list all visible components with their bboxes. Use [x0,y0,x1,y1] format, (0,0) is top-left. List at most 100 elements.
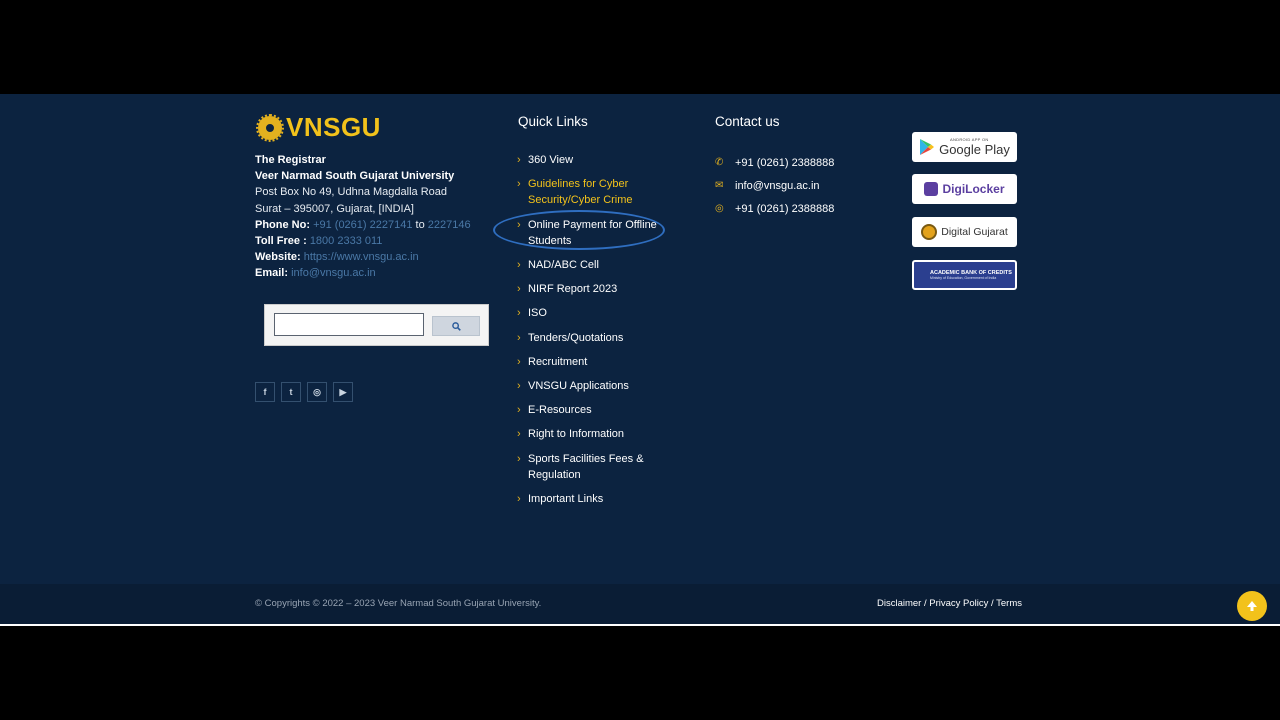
phone-to: to [415,218,425,231]
chevron-right-icon: › [517,154,521,166]
chevron-right-icon: › [517,178,521,191]
toll-free-row: Toll Free : 1800 2333 011 [255,233,471,249]
quick-link-label: ISO [528,307,547,320]
copyright-bar [0,584,1280,626]
quick-link-applications[interactable]: › VNSGU Applications [517,378,667,394]
facebook-icon[interactable]: f [255,382,275,402]
quick-link-360-view[interactable]: › 360 View [517,152,667,168]
quick-link-label: Tenders/Quotations [528,331,624,344]
website-label: Website: [255,251,301,264]
quick-link-label: Important Links [528,493,604,506]
contact-whatsapp[interactable]: ◎ +91 (0261) 2388888 [715,197,834,220]
academic-bank-of-credits-badge[interactable]: ACADEMIC BANK OF CREDITS Ministry of Edu… [912,260,1017,290]
email-link[interactable]: info@vnsgu.ac.in [291,267,376,279]
chevron-right-icon: › [517,307,521,320]
google-play-badge[interactable]: ANDROID APP ON Google Play [912,132,1017,162]
contact-phone-text: +91 (0261) 2388888 [735,156,835,169]
quick-link-label: NIRF Report 2023 [528,283,618,296]
google-play-icon [920,139,935,155]
quick-link-iso[interactable]: › ISO [517,305,667,321]
privacy-policy-link[interactable]: Privacy Policy [929,598,988,609]
quick-link-label: Recruitment [528,355,588,368]
quick-links-list: › 360 View › Guidelines for Cyber Security… [517,150,667,507]
quick-link-label: VNSGU Applications [528,380,629,393]
address-block: The Registrar Veer Narmad South Gujarat … [255,152,471,282]
search-button[interactable] [432,316,480,336]
scroll-to-top-button[interactable] [1237,591,1267,621]
envelope-icon: ✉ [715,180,724,191]
phone-icon: ✆ [715,157,724,168]
digital-gujarat-label: Digital Gujarat [941,226,1008,238]
highlight-circle-annotation [493,210,665,250]
search-icon [451,321,461,331]
digilocker-badge[interactable]: DigiLocker [912,174,1017,204]
quick-link-label: 360 View [528,154,574,166]
chevron-right-icon: › [517,331,521,344]
email-row: Email: info@vnsgu.ac.in [255,265,471,281]
chevron-right-icon: › [517,452,521,465]
digilocker-icon [924,182,939,196]
digilocker-label: DigiLocker [942,182,1005,196]
quick-link-label: E-Resources [528,404,592,417]
quick-link-label: NAD/ABC Cell [528,259,599,272]
quick-link-label: Sports Facilities Fees & Regulation [528,452,644,481]
contact-email[interactable]: ✉ info@vnsgu.ac.in [715,174,834,197]
whatsapp-icon: ◎ [715,203,724,214]
phone-link[interactable]: +91 (0261) 2227141 [313,219,412,231]
chevron-right-icon: › [517,404,521,417]
toll-free-label: Toll Free : [255,235,307,248]
quick-link-nad-abc[interactable]: › NAD/ABC Cell [517,257,667,273]
quick-link-important[interactable]: › Important Links [517,491,667,507]
chevron-right-icon: › [517,493,521,506]
website-row: Website: https://www.vnsgu.ac.in [255,249,471,265]
phone-link-2[interactable]: 2227146 [428,219,471,231]
contact-list: ✆ +91 (0261) 2388888 ✉ info@vnsgu.ac.in … [715,151,834,220]
address-line-2: Surat – 395007, Gujarat, [INDIA] [255,202,414,215]
instagram-icon[interactable]: ◎ [307,382,327,402]
website-link[interactable]: https://www.vnsgu.ac.in [304,251,419,263]
legal-links: Disclaimer / Privacy Policy / Terms [877,598,1022,609]
toll-free-link[interactable]: 1800 2333 011 [310,235,383,247]
registrar-label: The Registrar [255,154,326,166]
quick-link-label: Right to Information [528,428,624,441]
phone-label: Phone No: [255,218,310,231]
logo-text: VNSGU [286,112,381,142]
digital-gujarat-badge[interactable]: Digital Gujarat [912,217,1017,247]
chevron-right-icon: › [517,380,521,393]
google-play-label: Google Play [939,142,1010,157]
chevron-right-icon: › [517,428,521,441]
search-widget [264,304,489,346]
contact-email-text: info@vnsgu.ac.in [735,179,820,192]
phone-row: Phone No: +91 (0261) 2227141 to 2227146 [255,217,471,233]
quick-link-label: Guidelines for Cyber Security/Cyber Crim… [528,178,633,207]
contact-phone[interactable]: ✆ +91 (0261) 2388888 [715,151,834,174]
chevron-right-icon: › [517,259,521,272]
twitter-icon[interactable]: t [281,382,301,402]
quick-link-e-resources[interactable]: › E-Resources [517,402,667,418]
quick-link-nirf[interactable]: › NIRF Report 2023 [517,281,667,297]
email-label: Email: [255,267,289,280]
quick-link-rti[interactable]: › Right to Information [517,426,667,442]
copyright-text: © Copyrights © 2022 – 2023 Veer Narmad S… [255,598,542,609]
arrow-up-icon [1247,601,1257,611]
contact-title: Contact us [715,114,780,129]
address-line-1: Post Box No 49, Udhna Magdalla Road [255,186,448,199]
quick-link-recruitment[interactable]: › Recruitment [517,354,667,370]
quick-link-tenders[interactable]: › Tenders/Quotations [517,330,667,346]
google-play-caption: ANDROID APP ON [950,137,989,142]
chevron-right-icon: › [517,283,521,296]
separator: / [923,598,927,609]
quick-link-cyber-guidelines[interactable]: › Guidelines for Cyber Security/Cyber Cri… [517,176,667,208]
quick-links-title: Quick Links [518,114,588,129]
university-name: Veer Narmad South Gujarat University [255,170,455,183]
digital-gujarat-icon [921,224,938,240]
chevron-right-icon: › [517,355,521,368]
terms-link[interactable]: Terms [996,598,1022,609]
search-input[interactable] [274,313,424,336]
youtube-icon[interactable]: ▶ [333,382,353,402]
quick-link-sports-fees[interactable]: › Sports Facilities Fees & Regulation [517,451,667,483]
disclaimer-link[interactable]: Disclaimer [877,598,921,609]
separator: / [991,598,994,609]
vnsgu-logo[interactable]: VNSGU [256,112,381,143]
social-links: f t ◎ ▶ [255,382,353,402]
